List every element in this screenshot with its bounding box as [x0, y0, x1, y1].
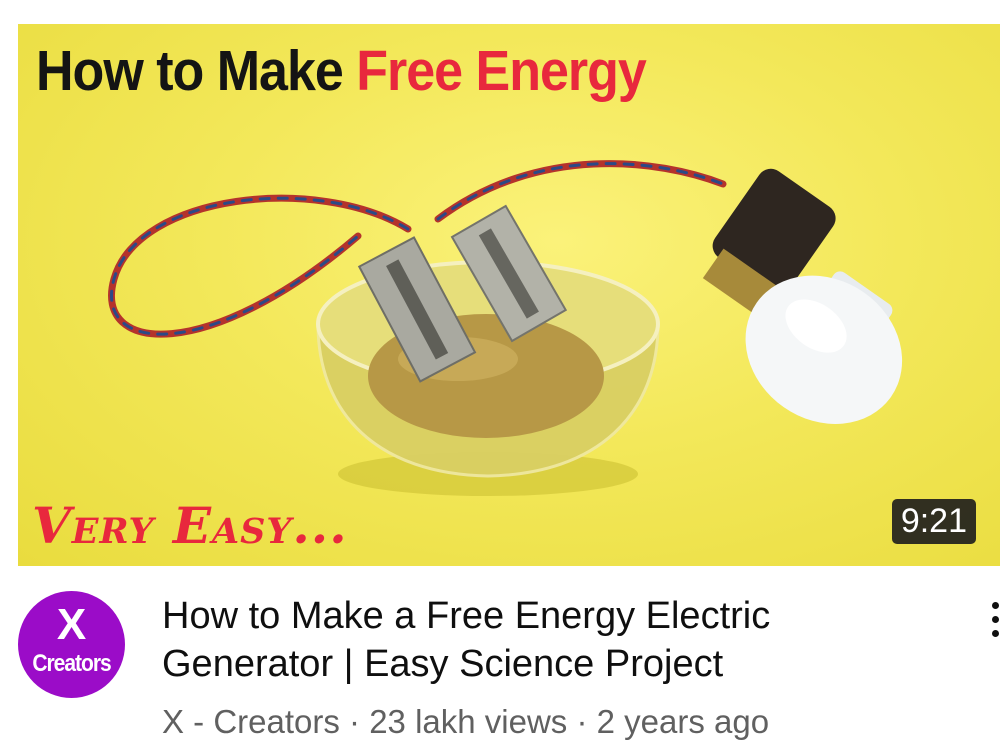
thumbnail-title: How to Make Free Energy: [36, 38, 647, 105]
channel-avatar[interactable]: X Creators: [18, 591, 125, 698]
video-metadata: X - Creators · 23 lakh views · 2 years a…: [162, 702, 769, 742]
channel-name[interactable]: X - Creators: [162, 703, 340, 740]
thumbnail-title-highlight: Free Energy: [356, 40, 647, 103]
more-vert-icon: [992, 602, 999, 609]
video-card[interactable]: How to Make Free Energy Very Easy... 9:2…: [0, 0, 1005, 750]
video-details: X Creators How to Make a Free Energy Ele…: [0, 566, 1005, 750]
thumbnail-tagline: Very Easy...: [32, 496, 348, 555]
video-title[interactable]: How to Make a Free Energy Electric Gener…: [162, 592, 922, 688]
duration-badge: 9:21: [891, 499, 976, 544]
meta-separator: ·: [339, 703, 370, 740]
avatar-label: Creators: [32, 650, 111, 677]
more-vert-icon: [992, 616, 999, 623]
meta-separator: ·: [567, 703, 597, 740]
view-count: 23 lakh views: [369, 703, 568, 740]
more-vert-icon: [992, 630, 999, 637]
more-options-button[interactable]: [980, 600, 1005, 640]
video-thumbnail[interactable]: How to Make Free Energy Very Easy... 9:2…: [18, 24, 1000, 566]
upload-age: 2 years ago: [596, 703, 770, 740]
thumbnail-title-prefix: How to Make: [36, 40, 357, 103]
avatar-mark: X: [56, 600, 87, 649]
